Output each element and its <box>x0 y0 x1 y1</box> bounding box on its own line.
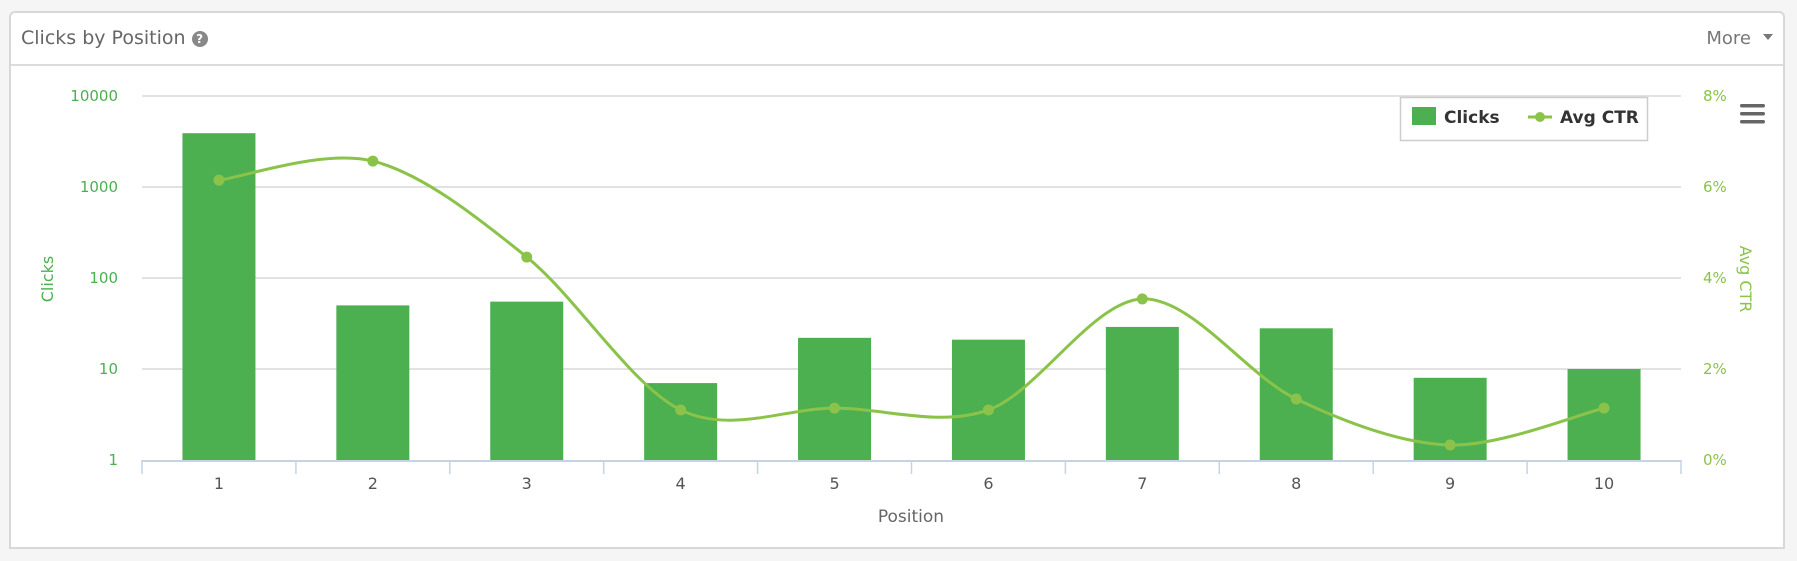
y-right-tick-label: 6% <box>1703 178 1727 196</box>
x-axis-title: Position <box>878 507 944 527</box>
bar-clicks-position-7 <box>1105 326 1179 460</box>
bar-clicks-position-2 <box>336 305 410 460</box>
y-axis-left-title: Clicks <box>38 256 57 302</box>
chart-svg: 1 2 3 4 5 6 7 8 9 10 1 10 100 1000 10000 0% 2% 4% 6% 8% C… <box>38 87 1765 527</box>
bar-clicks-position-4 <box>644 383 718 460</box>
legend: Clicks Avg CTR <box>1399 96 1649 142</box>
right-axis-ticks: 0% 2% 4% 6% 8% <box>1703 87 1727 469</box>
x-tick-label: 9 <box>1445 474 1455 493</box>
x-tick-label: 3 <box>522 474 532 493</box>
legend-clicks-swatch <box>1412 107 1436 125</box>
ctr-point-position-8 <box>1290 393 1302 405</box>
avg-ctr-line <box>218 156 1605 447</box>
y-right-tick-label: 2% <box>1703 360 1727 378</box>
x-tick-label: 4 <box>676 474 686 493</box>
bar-clicks-position-3 <box>490 301 564 460</box>
bar-clicks-position-6 <box>951 339 1025 460</box>
ctr-point-position-2 <box>367 155 379 167</box>
x-tick-label: 1 <box>214 474 224 493</box>
clicks-bars <box>182 133 1641 460</box>
ctr-point-position-9 <box>1444 439 1456 451</box>
legend-item-clicks[interactable]: Clicks <box>1412 107 1500 128</box>
legend-ctr-marker <box>1535 112 1545 122</box>
y-right-tick-label: 8% <box>1703 87 1727 105</box>
y-right-tick-label: 4% <box>1703 269 1727 287</box>
x-tick-label: 7 <box>1137 474 1147 493</box>
legend-avg-ctr-label: Avg CTR <box>1560 108 1639 128</box>
ctr-point-position-6 <box>982 404 994 416</box>
x-axis: 1 2 3 4 5 6 7 8 9 10 <box>141 460 1682 493</box>
left-axis-ticks: 1 10 100 1000 10000 <box>70 87 118 469</box>
x-tick-label: 10 <box>1594 474 1614 493</box>
bar-clicks-position-5 <box>798 337 872 460</box>
y-axis-right-title: Avg CTR <box>1736 246 1755 313</box>
y-right-tick-label: 0% <box>1703 451 1727 469</box>
y-left-tick-label: 1000 <box>80 178 118 196</box>
x-tick-label: 2 <box>368 474 378 493</box>
ctr-point-position-5 <box>829 402 841 414</box>
hamburger-menu-icon[interactable] <box>1740 104 1765 124</box>
x-tick-label: 8 <box>1291 474 1301 493</box>
y-left-tick-label: 10000 <box>70 87 118 105</box>
legend-clicks-label: Clicks <box>1444 108 1500 128</box>
y-left-tick-label: 1 <box>108 451 118 469</box>
ctr-point-position-7 <box>1136 293 1148 305</box>
ctr-point-position-4 <box>675 404 687 416</box>
x-tick-label: 5 <box>829 474 839 493</box>
y-left-tick-label: 100 <box>89 269 118 287</box>
y-left-tick-label: 10 <box>99 360 118 378</box>
x-tick-label: 6 <box>983 474 993 493</box>
avg-ctr-line-series <box>213 155 1610 451</box>
ctr-point-position-3 <box>521 251 533 263</box>
ctr-point-position-10 <box>1598 402 1610 414</box>
ctr-point-position-1 <box>213 174 225 186</box>
